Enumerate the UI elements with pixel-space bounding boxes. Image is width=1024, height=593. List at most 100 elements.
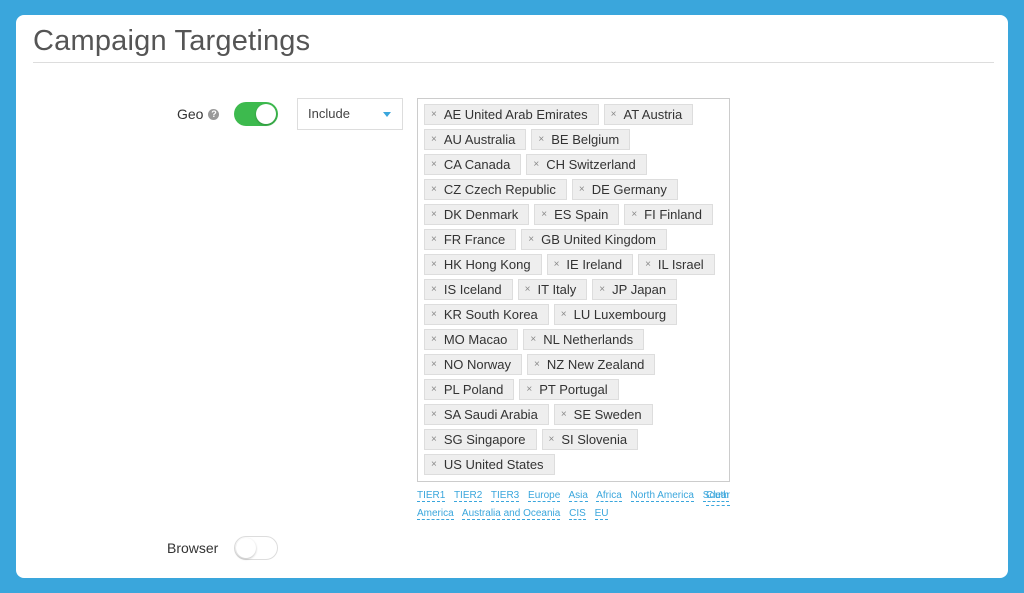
- title-divider: [33, 62, 994, 63]
- country-tag-label: BE Belgium: [551, 132, 620, 147]
- preset-link[interactable]: Europe: [528, 490, 561, 502]
- remove-tag-icon[interactable]: ×: [431, 384, 437, 395]
- remove-tag-icon[interactable]: ×: [534, 359, 540, 370]
- country-tag-label: SI Slovenia: [561, 432, 628, 447]
- country-tag: × LU Luxembourg: [553, 304, 678, 325]
- remove-tag-icon[interactable]: ×: [525, 284, 531, 295]
- country-tag: × DE Germany: [571, 179, 678, 200]
- remove-tag-icon[interactable]: ×: [431, 109, 437, 120]
- remove-tag-icon[interactable]: ×: [431, 134, 437, 145]
- remove-tag-icon[interactable]: ×: [431, 334, 437, 345]
- country-tag-label: HK Hong Kong: [443, 257, 531, 272]
- country-tag-label: SG Singapore: [443, 432, 526, 447]
- country-tag-label: ES Spain: [554, 207, 609, 222]
- remove-tag-icon[interactable]: ×: [431, 434, 437, 445]
- remove-tag-icon[interactable]: ×: [431, 284, 437, 295]
- country-tag: × BE Belgium: [531, 129, 631, 150]
- remove-tag-icon[interactable]: ×: [431, 209, 437, 220]
- remove-tag-icon[interactable]: ×: [533, 159, 539, 170]
- country-tag-label: IE Ireland: [566, 257, 623, 272]
- campaign-targetings-card: Campaign Targetings Geo ? Include × AE Un…: [16, 15, 1008, 578]
- country-tag-label: DK Denmark: [443, 207, 519, 222]
- remove-tag-icon[interactable]: ×: [645, 259, 651, 270]
- country-tag: × FI Finland: [624, 204, 713, 225]
- country-tag-label: IL Israel: [657, 257, 704, 272]
- country-tag: × IL Israel: [638, 254, 715, 275]
- country-tag: × NZ New Zealand: [527, 354, 656, 375]
- country-tag-label: LU Luxembourg: [573, 307, 667, 322]
- country-tag: × CZ Czech Republic: [424, 179, 567, 200]
- remove-tag-icon[interactable]: ×: [431, 259, 437, 270]
- remove-tag-icon[interactable]: ×: [631, 209, 637, 220]
- caret-down-icon: [383, 112, 391, 117]
- country-tag-label: GB United Kingdom: [541, 232, 656, 247]
- remove-tag-icon[interactable]: ×: [526, 384, 532, 395]
- preset-link[interactable]: EU: [594, 508, 609, 520]
- country-tag: × HK Hong Kong: [424, 254, 542, 275]
- geo-preset-links: TIER1 TIER2 TIER3 Europe Asia Africa Nor…: [417, 487, 733, 523]
- remove-tag-icon[interactable]: ×: [538, 134, 544, 145]
- country-tag: × DK Denmark: [424, 204, 530, 225]
- country-tag: × AU Australia: [424, 129, 527, 150]
- country-tag: × ES Spain: [534, 204, 620, 225]
- remove-tag-icon[interactable]: ×: [431, 309, 437, 320]
- country-tag-label: JP Japan: [612, 282, 667, 297]
- preset-link[interactable]: North America: [630, 490, 694, 502]
- country-tag: × IS Iceland: [424, 279, 513, 300]
- country-tag: × US United States: [424, 454, 555, 475]
- country-tag-label: PL Poland: [443, 382, 504, 397]
- country-tag-label: IT Italy: [537, 282, 577, 297]
- remove-tag-icon[interactable]: ×: [611, 109, 617, 120]
- preset-link[interactable]: Australia and Oceania: [461, 508, 561, 520]
- country-tag-label: PT Portugal: [539, 382, 608, 397]
- remove-tag-icon[interactable]: ×: [431, 159, 437, 170]
- country-tag: × SG Singapore: [424, 429, 537, 450]
- remove-tag-icon[interactable]: ×: [579, 184, 585, 195]
- country-tag: × FR France: [424, 229, 517, 250]
- geo-toggle[interactable]: [234, 102, 278, 126]
- clear-link[interactable]: Clear: [706, 487, 730, 506]
- preset-link[interactable]: CIS: [569, 508, 586, 520]
- country-tag: × AT Austria: [603, 104, 694, 125]
- country-tag: × NO Norway: [424, 354, 523, 375]
- remove-tag-icon[interactable]: ×: [528, 234, 534, 245]
- remove-tag-icon[interactable]: ×: [599, 284, 605, 295]
- remove-tag-icon[interactable]: ×: [549, 434, 555, 445]
- remove-tag-icon[interactable]: ×: [561, 409, 567, 420]
- preset-link[interactable]: TIER2: [453, 490, 483, 502]
- country-tag-label: NZ New Zealand: [546, 357, 645, 372]
- geo-mode-value: Include: [308, 106, 350, 121]
- geo-mode-select[interactable]: Include: [297, 98, 403, 130]
- country-tag: × NL Netherlands: [523, 329, 645, 350]
- remove-tag-icon[interactable]: ×: [431, 234, 437, 245]
- preset-link[interactable]: TIER1: [417, 490, 446, 502]
- remove-tag-icon[interactable]: ×: [431, 359, 437, 370]
- help-icon[interactable]: ?: [208, 108, 220, 120]
- preset-link[interactable]: Asia: [568, 490, 588, 502]
- country-tag-label: KR South Korea: [443, 307, 538, 322]
- preset-link[interactable]: TIER3: [490, 490, 520, 502]
- remove-tag-icon[interactable]: ×: [561, 309, 567, 320]
- remove-tag-icon[interactable]: ×: [554, 259, 560, 270]
- browser-toggle[interactable]: [234, 536, 278, 560]
- preset-link[interactable]: Africa: [596, 490, 622, 502]
- remove-tag-icon[interactable]: ×: [431, 459, 437, 470]
- page-title: Campaign Targetings: [33, 25, 311, 57]
- toggle-knob: [236, 538, 256, 558]
- geo-label-text: Geo: [177, 106, 204, 122]
- remove-tag-icon[interactable]: ×: [431, 409, 437, 420]
- country-tag: × SE Sweden: [553, 404, 653, 425]
- remove-tag-icon[interactable]: ×: [541, 209, 547, 220]
- country-tag-label: CZ Czech Republic: [443, 182, 556, 197]
- geo-label: Geo ?: [177, 106, 220, 122]
- country-tag-label: FR France: [443, 232, 506, 247]
- remove-tag-icon[interactable]: ×: [431, 184, 437, 195]
- remove-tag-icon[interactable]: ×: [530, 334, 536, 345]
- country-tag: × IT Italy: [517, 279, 588, 300]
- country-tag: × SI Slovenia: [541, 429, 639, 450]
- country-tag-label: AE United Arab Emirates: [443, 107, 588, 122]
- geo-country-tags[interactable]: × AE United Arab Emirates × AT Austria × AU A…: [417, 98, 730, 482]
- country-tag-label: DE Germany: [591, 182, 667, 197]
- country-tag-label: SA Saudi Arabia: [443, 407, 538, 422]
- country-tag: × CH Switzerland: [526, 154, 647, 175]
